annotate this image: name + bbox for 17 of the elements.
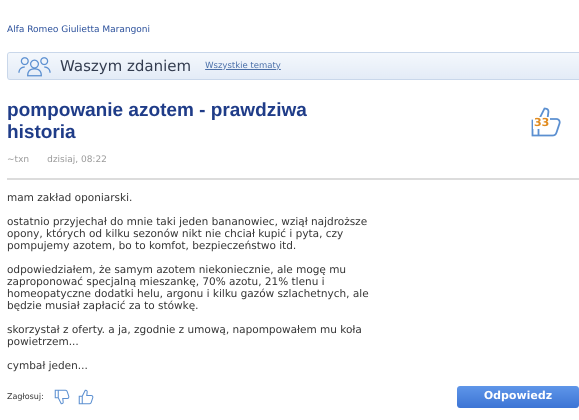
people-group-icon xyxy=(17,55,52,77)
post-paragraph: mam zakład oponiarski. xyxy=(7,192,134,204)
section-title: Waszym zdaniem xyxy=(60,56,192,77)
post-paragraph: ostatnio przyjechał do mnie taki jeden bananowiec, wziął najdroższe opony, których od kilku sezonów nikt nie chciał kupić i pyta, czy pompujemy azotem, bo to komfot, bezpieczeństwo itd. xyxy=(7,216,368,252)
reply-button[interactable]: Odpowiedz xyxy=(457,386,579,408)
thumbs-down-icon[interactable] xyxy=(52,388,71,406)
likes-badge: 33 xyxy=(527,104,565,140)
thumbs-up-icon[interactable] xyxy=(76,388,95,406)
breadcrumb-link[interactable]: Alfa Romeo Giulietta Marangoni xyxy=(7,26,579,35)
post-time: dzisiaj, 08:22 xyxy=(47,154,107,167)
post-title: pompowanie azotem - prawdziwa historia xyxy=(7,100,308,144)
all-topics-link[interactable]: Wszystkie tematy xyxy=(205,60,281,72)
post-paragraph: cymbał jeden... xyxy=(7,360,89,372)
post-paragraph: skorzystał z oferty. a ja, zgodnie z umową, napompowałem mu koła powietrzem... xyxy=(7,324,363,348)
post-paragraph: odpowiedziałem, że samym azotem niekoniecznie, ale mogę mu zaproponować specjalną mieszankę, 70% azotu, 21% tlenu i homeopatyczne dodatki helu, argonu i kilku gazów szlachetnych, ale będzie musiał zapłacić za to stówkę. xyxy=(7,264,370,312)
post-author: ~txn xyxy=(7,154,30,167)
vote-label: Zagłosuj: xyxy=(7,390,44,402)
